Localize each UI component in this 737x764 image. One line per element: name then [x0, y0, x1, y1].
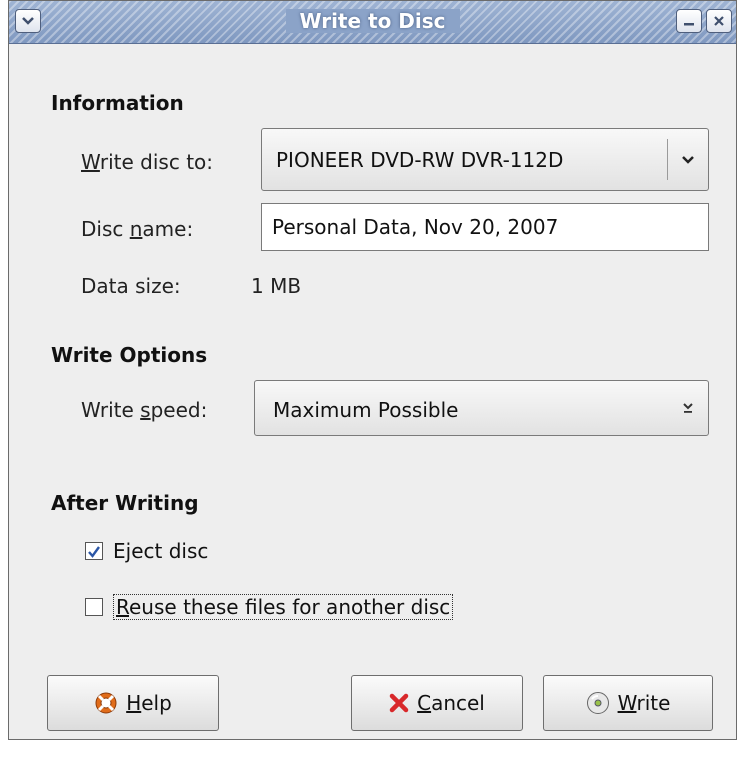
disc-name-input[interactable]: Personal Data, Nov 20, 2007	[261, 203, 709, 251]
cancel-button[interactable]: Cancel	[351, 675, 523, 731]
lifebuoy-icon	[94, 691, 118, 715]
eject-disc-option[interactable]: Eject disc	[85, 539, 208, 563]
mnemonic-letter: n	[129, 217, 143, 241]
data-size-value: 1 MB	[251, 274, 302, 298]
cancel-x-icon	[389, 693, 409, 713]
minimize-button[interactable]	[676, 9, 702, 33]
mnemonic-letter: s	[140, 398, 151, 422]
mnemonic-letter: H	[126, 691, 142, 715]
disc-name-label: Disc name:	[81, 217, 193, 241]
label-part: rite disc to:	[99, 150, 214, 174]
information-heading: Information	[51, 91, 184, 115]
label-part: euse these files for another disc	[129, 595, 451, 619]
mnemonic-letter: W	[617, 691, 637, 715]
cancel-button-label: Cancel	[417, 691, 485, 715]
write-disc-to-dropdown[interactable]: PIONEER DVD-RW DVR-112D	[261, 128, 709, 191]
spin-arrows-icon	[668, 381, 708, 435]
label-part: elp	[141, 691, 172, 715]
label-part: E	[113, 539, 126, 563]
checkmark-icon	[87, 544, 101, 563]
mnemonic-letter: R	[116, 595, 129, 619]
write-disc-to-value: PIONEER DVD-RW DVR-112D	[276, 148, 564, 172]
write-options-heading: Write Options	[51, 343, 208, 367]
label-part: rite	[636, 691, 671, 715]
window-title: Write to Disc	[285, 9, 460, 33]
eject-disc-label: Eject disc	[113, 539, 208, 563]
data-size-label: Data size:	[81, 274, 181, 298]
reuse-files-checkbox[interactable]	[85, 598, 103, 616]
reuse-files-label: Reuse these files for another disc	[113, 594, 454, 620]
after-writing-heading: After Writing	[51, 491, 199, 515]
write-speed-dropdown[interactable]: Maximum Possible	[254, 380, 709, 436]
label-part: Write	[81, 398, 141, 422]
write-speed-label: Write speed:	[81, 398, 207, 422]
minimize-icon	[683, 15, 695, 27]
close-icon	[713, 15, 725, 27]
help-button-label: Help	[126, 691, 172, 715]
chevron-down-icon	[668, 129, 708, 190]
label-part: ect disc	[131, 539, 209, 563]
reuse-files-option[interactable]: Reuse these files for another disc	[85, 594, 454, 620]
disc-icon	[586, 691, 610, 715]
title-bar[interactable]: Write to Disc	[9, 1, 736, 44]
write-button-label: Write	[618, 691, 671, 715]
close-button[interactable]	[706, 9, 732, 33]
label-part: Disc	[81, 217, 130, 241]
mnemonic-letter: W	[81, 150, 100, 174]
mnemonic-letter: C	[417, 691, 432, 715]
write-speed-value: Maximum Possible	[273, 398, 459, 422]
help-button[interactable]: Help	[47, 675, 219, 731]
eject-disc-checkbox[interactable]	[85, 542, 103, 560]
label-part: ancel	[431, 691, 485, 715]
label-part: ame:	[142, 217, 194, 241]
write-button[interactable]: Write	[543, 675, 713, 731]
label-part: peed:	[150, 398, 208, 422]
write-disc-to-label: Write disc to:	[81, 150, 213, 174]
write-to-disc-dialog: Write to Disc Information Write disc to:…	[8, 0, 737, 740]
